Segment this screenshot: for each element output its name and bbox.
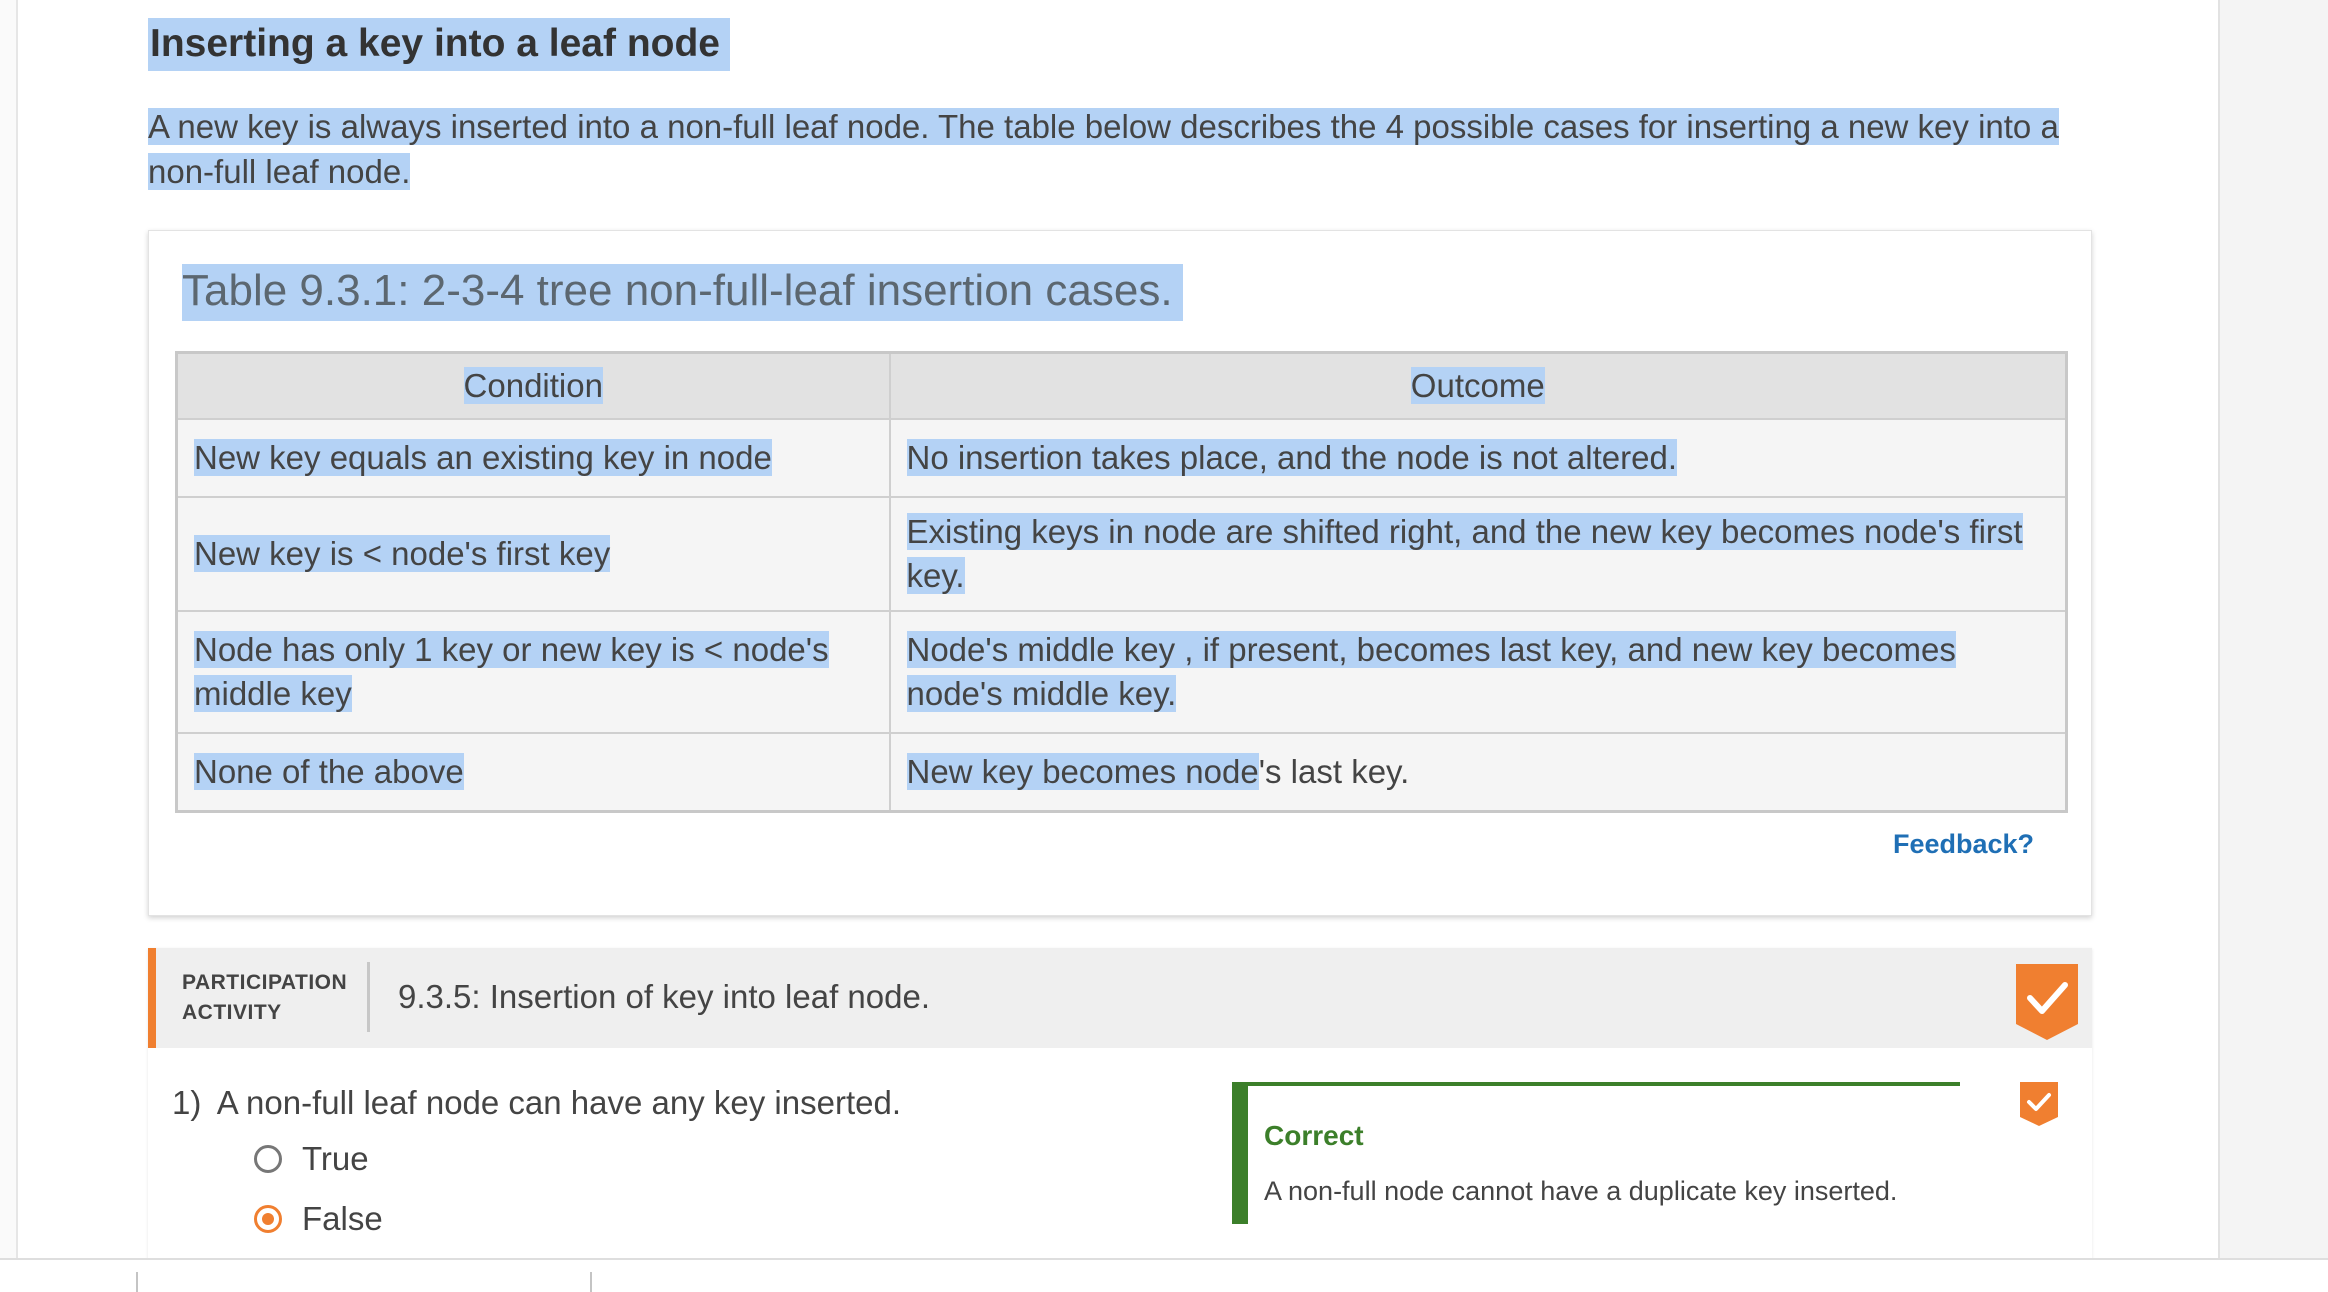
section-title: Inserting a key into a leaf node <box>148 18 730 71</box>
question-check-icon <box>2020 1082 2058 1126</box>
outcome-cell: Existing keys in node are shifted right,… <box>888 496 2068 612</box>
participation-activity: PARTICIPATION ACTIVITY 9.3.5: Insertion … <box>148 948 2092 1268</box>
outcome-cell: New key becomes node's last key. <box>888 732 2068 813</box>
column-header-outcome: Outcome <box>888 351 2068 420</box>
radio-false-selected[interactable] <box>254 1205 282 1233</box>
bottom-divider <box>136 1272 138 1292</box>
table-row: New key equals an existing key in node N… <box>175 418 2068 498</box>
column-header-condition: Condition <box>175 351 891 420</box>
activity-type-label: PARTICIPATION ACTIVITY <box>182 971 348 1024</box>
bottom-divider <box>590 1272 592 1292</box>
condition-cell: New key is < node's first key <box>175 496 891 612</box>
feedback-link[interactable]: Feedback? <box>1893 829 2034 860</box>
condition-cell: Node has only 1 key or new key is < node… <box>175 610 891 734</box>
left-gutter <box>0 0 18 1258</box>
table-row: Node has only 1 key or new key is < node… <box>175 610 2068 734</box>
question-text: 1) A non-full leaf node can have any key… <box>172 1084 901 1121</box>
radio-true[interactable] <box>254 1145 282 1173</box>
option-false[interactable]: False <box>254 1200 383 1238</box>
outcome-cell: Node's middle key , if present, becomes … <box>888 610 2068 734</box>
right-gutter <box>2218 0 2328 1258</box>
table-caption: Table 9.3.1: 2-3-4 tree non-full-leaf in… <box>182 261 1183 321</box>
condition-cell: None of the above <box>175 732 891 813</box>
table-row: New key is < node's first key Existing k… <box>175 496 2068 612</box>
activity-header: PARTICIPATION ACTIVITY 9.3.5: Insertion … <box>148 948 2092 1048</box>
activity-title: 9.3.5: Insertion of key into leaf node. <box>398 978 931 1015</box>
outcome-cell: No insertion takes place, and the node i… <box>888 418 2068 498</box>
condition-cell: New key equals an existing key in node <box>175 418 891 498</box>
completion-check-icon <box>2016 964 2078 1040</box>
insertion-cases-table: Condition Outcome New key equals an exis… <box>175 351 2068 813</box>
bottom-bar <box>0 1258 2328 1292</box>
table-header-row: Condition Outcome <box>175 351 2068 420</box>
table-row: None of the above New key becomes node's… <box>175 732 2068 813</box>
header-divider <box>367 962 370 1032</box>
answer-message: A non-full node cannot have a duplicate … <box>1264 1176 1898 1206</box>
table-card: Table 9.3.1: 2-3-4 tree non-full-leaf in… <box>148 230 2092 916</box>
answer-status: Correct <box>1264 1120 1364 1151</box>
section-intro: A new key is always inserted into a non-… <box>148 108 2059 190</box>
answer-explanation: Correct A non-full node cannot have a du… <box>1232 1082 1960 1224</box>
option-true[interactable]: True <box>254 1140 369 1178</box>
